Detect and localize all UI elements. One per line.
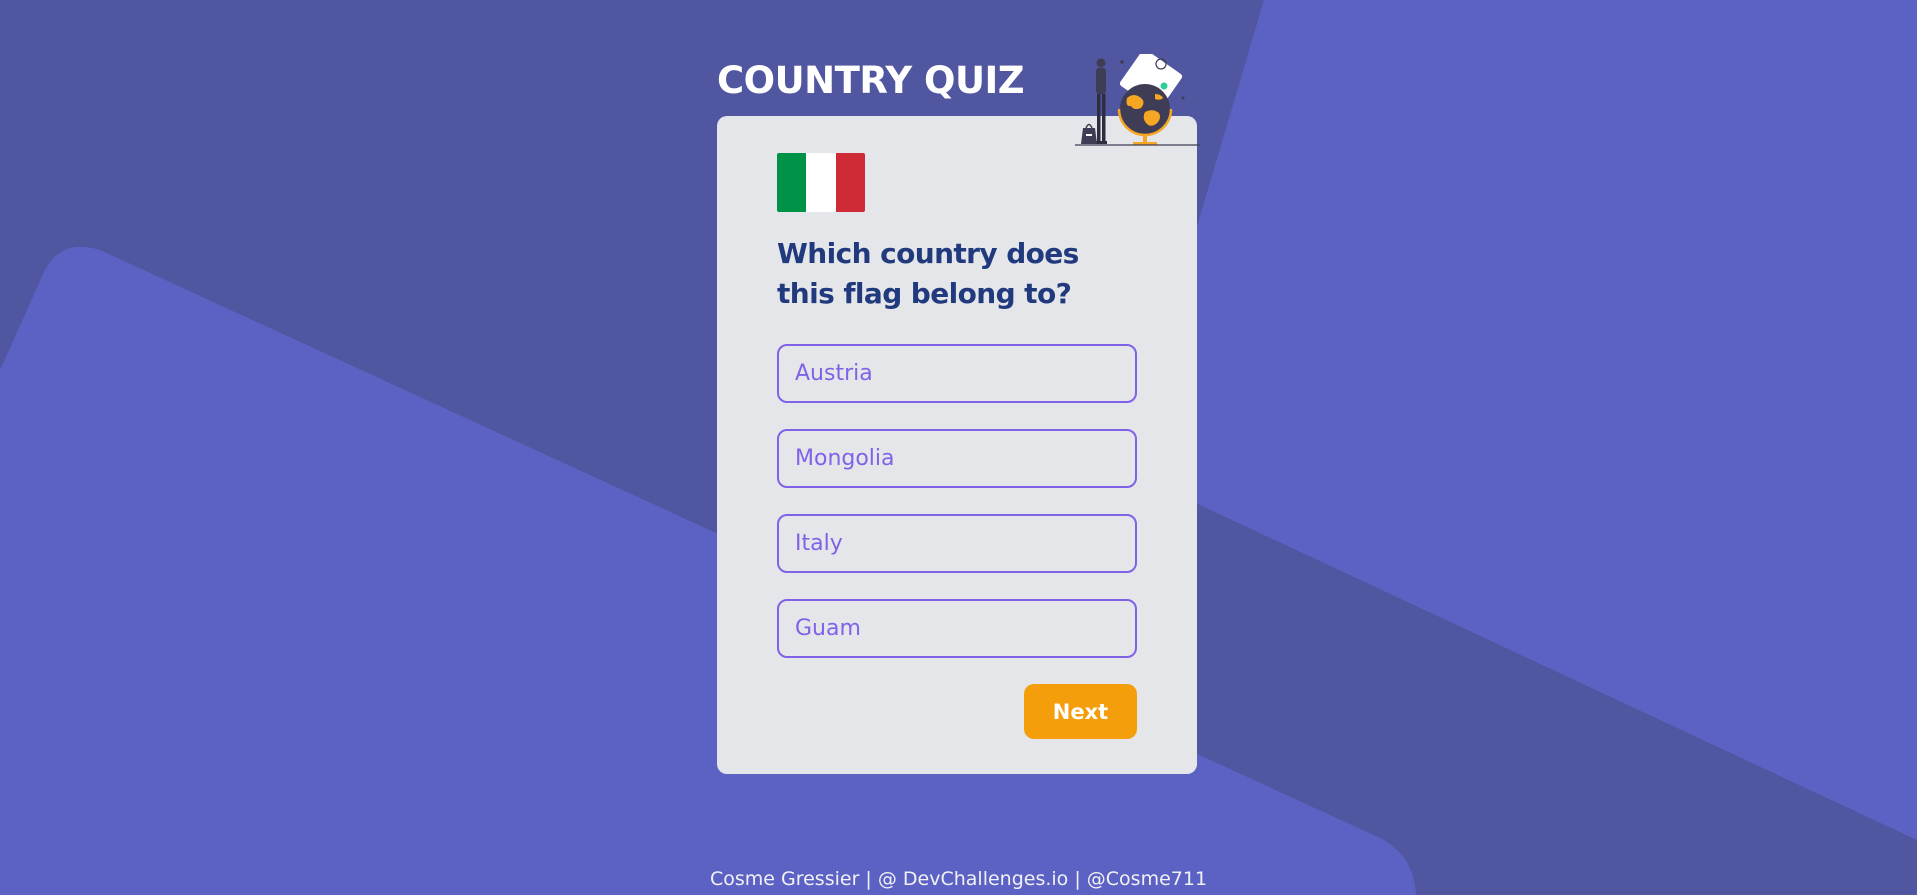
answer-label: Italy [795,531,843,556]
answer-label: Mongolia [795,446,895,471]
answer-list: Austria Mongolia Italy Guam [777,344,1137,684]
question-text: Which country does this flag belong to? [777,237,1079,310]
answer-option-austria[interactable]: Austria [777,344,1137,403]
flag-stripe-white [806,153,836,212]
answer-option-guam[interactable]: Guam [777,599,1137,658]
answer-label: Guam [795,616,861,641]
answer-label: Austria [795,361,873,386]
page-title: COUNTRY QUIZ [717,59,1025,102]
answer-option-italy[interactable]: Italy [777,514,1137,573]
flag-stripe-red [835,153,865,212]
flag-stripe-green [777,153,807,212]
answer-option-mongolia[interactable]: Mongolia [777,429,1137,488]
traveler-globe-icon [1075,49,1200,146]
footer-credits: Cosme Gressier | @ DevChallenges.io | @C… [709,868,1208,890]
next-button[interactable]: Next [1024,684,1137,739]
quiz-card: Which country does this flag belong to? … [717,49,1200,774]
flag-image [777,153,865,212]
